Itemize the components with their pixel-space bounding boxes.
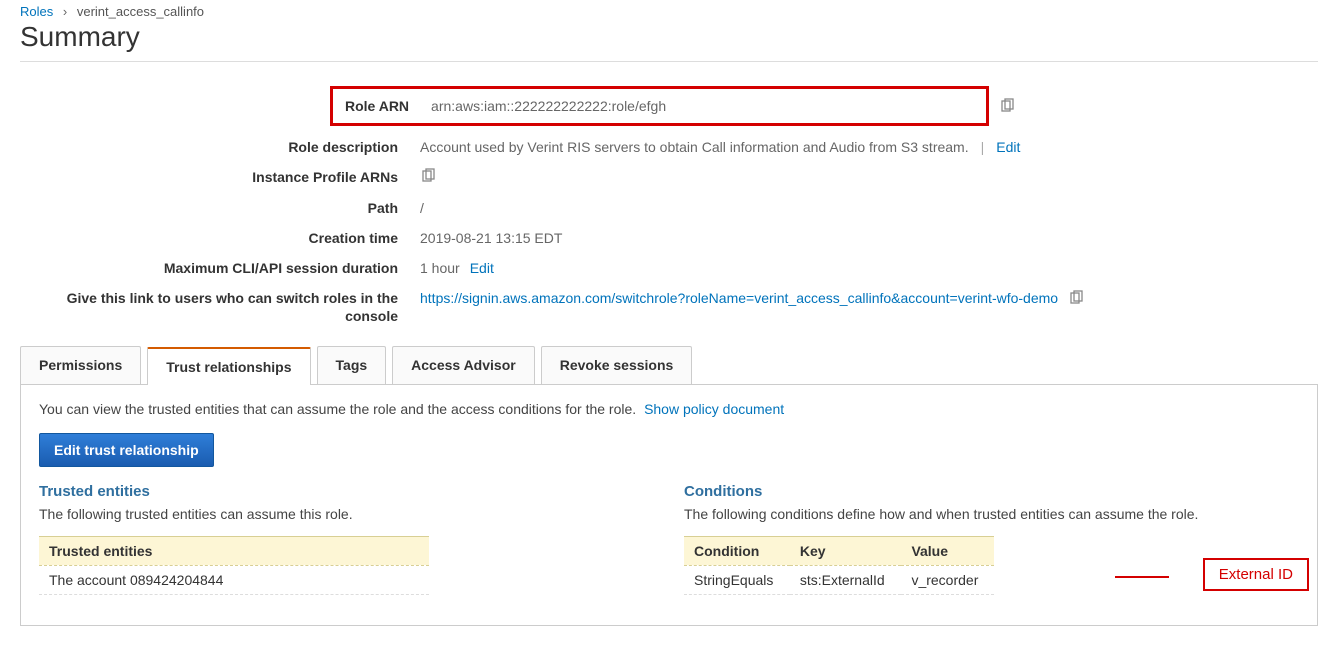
role-arn-highlight: Role ARN arn:aws:iam::222222222222:role/… [330,86,989,126]
tabs: Permissions Trust relationships Tags Acc… [20,346,1318,385]
edit-session-link[interactable]: Edit [470,259,494,277]
role-arn-label: Role ARN [345,97,409,115]
role-description-value: Account used by Verint RIS servers to ob… [420,138,969,156]
trust-description: You can view the trusted entities that c… [39,401,1299,417]
switch-link-label: Give this link to users who can switch r… [20,289,420,325]
tab-permissions[interactable]: Permissions [20,346,141,384]
trusted-entities-table: Trusted entities The account 08942420484… [39,536,429,595]
creation-time-value: 2019-08-21 13:15 EDT [420,229,562,247]
breadcrumb: Roles › verint_access_callinfo [20,0,1318,21]
summary-table: . Role ARN arn:aws:iam::222222222222:rol… [20,80,1318,332]
instance-profile-label: Instance Profile ARNs [20,168,420,186]
external-id-annotation: External ID [1203,558,1309,591]
edit-description-link[interactable]: Edit [996,138,1020,156]
trusted-entities-sub: The following trusted entities can assum… [39,506,654,522]
annotation-line [1115,576,1169,578]
copy-icon[interactable] [420,168,436,184]
cond-cell-key: sts:ExternalId [790,565,902,594]
copy-icon[interactable] [999,98,1015,114]
cond-cell-condition: StringEquals [684,565,790,594]
conditions-sub: The following conditions define how and … [684,506,1299,522]
tab-revoke-sessions[interactable]: Revoke sessions [541,346,693,384]
max-session-label: Maximum CLI/API session duration [20,259,420,277]
table-row: The account 089424204844 [39,565,429,594]
path-label: Path [20,199,420,217]
conditions-heading: Conditions [684,483,1299,500]
trusted-entities-heading: Trusted entities [39,483,654,500]
cond-header-key: Key [790,536,902,565]
cond-header-condition: Condition [684,536,790,565]
chevron-right-icon: › [63,4,67,19]
cond-header-value: Value [901,536,994,565]
path-value: / [420,199,424,217]
creation-time-label: Creation time [20,229,420,247]
switch-role-link[interactable]: https://signin.aws.amazon.com/switchrole… [420,289,1058,307]
table-row: StringEquals sts:ExternalId v_recorder [684,565,994,594]
page-title: Summary [20,21,1318,62]
role-arn-value: arn:aws:iam::222222222222:role/efgh [431,97,666,115]
copy-icon[interactable] [1068,290,1084,306]
max-session-value: 1 hour [420,259,460,277]
breadcrumb-roles-link[interactable]: Roles [20,4,53,19]
tab-trust-relationships[interactable]: Trust relationships [147,347,310,385]
conditions-table: Condition Key Value StringEquals sts:Ext… [684,536,994,595]
trusted-account-cell: The account 089424204844 [39,565,429,594]
breadcrumb-current: verint_access_callinfo [77,4,204,19]
show-policy-link[interactable]: Show policy document [644,401,784,417]
cond-cell-value: v_recorder [901,565,994,594]
tab-content-trust: You can view the trusted entities that c… [20,385,1318,626]
tab-tags[interactable]: Tags [317,346,387,384]
role-description-label: Role description [20,138,420,156]
edit-trust-button[interactable]: Edit trust relationship [39,433,214,467]
trusted-entities-header: Trusted entities [39,536,429,565]
tab-access-advisor[interactable]: Access Advisor [392,346,535,384]
